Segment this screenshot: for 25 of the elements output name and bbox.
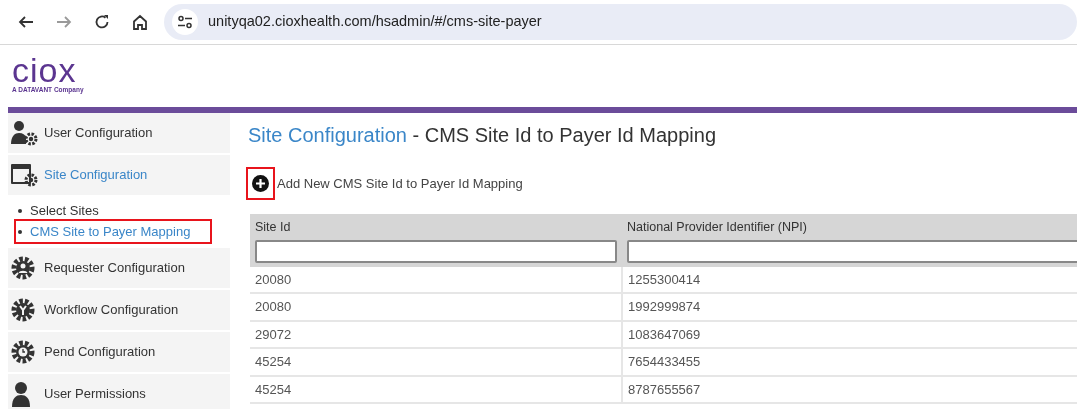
- url-text: unityqa02.cioxhealth.com/hsadmin/#/cms-site-payer: [208, 12, 542, 32]
- sidebar-item[interactable]: User Configuration: [8, 113, 230, 155]
- sidebar-subitem[interactable]: CMS Site to Payer Mapping: [16, 221, 210, 242]
- sidebar-item[interactable]: User Permissions: [8, 374, 230, 409]
- table-cell: 7654433455: [622, 348, 1077, 376]
- sidebar-item[interactable]: Workflow Configuration: [8, 290, 230, 332]
- table-cell: 1255300414: [622, 266, 1077, 294]
- address-bar[interactable]: unityqa02.cioxhealth.com/hsadmin/#/cms-site-payer: [164, 4, 1077, 40]
- table-cell: 8787655567: [622, 375, 1077, 404]
- column-header: National Provider Identifier (NPI): [627, 219, 808, 236]
- table-cell: 20080: [250, 266, 622, 294]
- table-cell: 1083647069: [622, 320, 1077, 349]
- table-cell: 45254: [250, 348, 622, 376]
- add-mapping-link[interactable]: Add New CMS Site Id to Payer Id Mapping: [277, 173, 523, 194]
- breadcrumb-link[interactable]: Site Configuration: [248, 124, 407, 146]
- table-cell: 29072: [250, 320, 622, 349]
- sidebar-item[interactable]: Requester Configuration: [8, 248, 230, 290]
- sidebar-item[interactable]: Pend Configuration: [8, 332, 230, 374]
- page-title: - CMS Site Id to Payer Id Mapping: [412, 124, 716, 146]
- sidebar-subitem[interactable]: Select Sites: [8, 200, 230, 221]
- logo: ciox: [12, 55, 77, 85]
- column-header: Site Id: [255, 219, 292, 236]
- table-cell: 1992999874: [622, 293, 1077, 321]
- table-cell: 45254: [250, 375, 622, 404]
- table-cell: 20080: [250, 293, 622, 321]
